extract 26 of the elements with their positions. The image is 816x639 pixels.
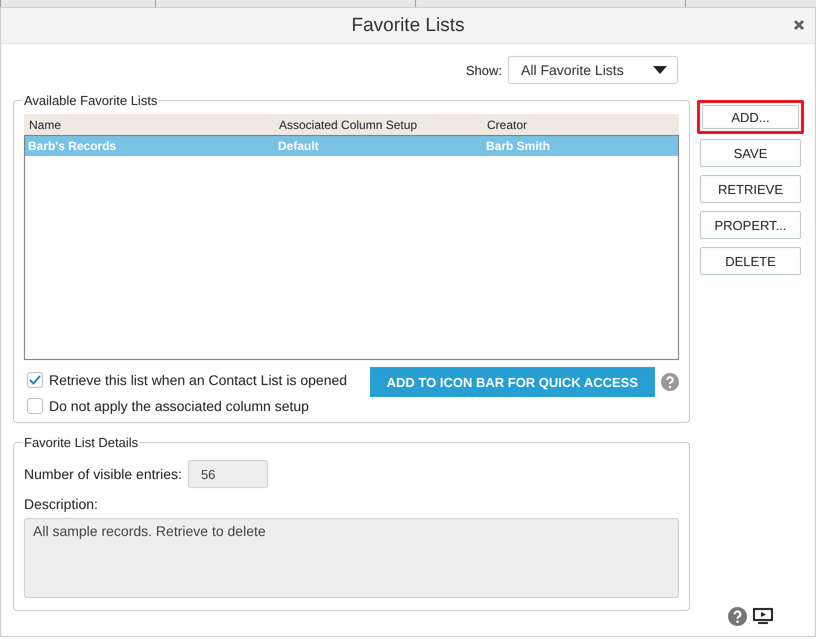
description-label: Description: [24,496,99,512]
action-button[interactable]: SAVE [700,139,801,167]
help-icon[interactable] [661,373,679,391]
action-button[interactable]: PROPERT... [700,211,801,239]
window-title: Favorite Lists [352,14,464,36]
show-dropdown[interactable]: All Favorite Lists [508,56,678,84]
entries-label: Number of visible entries: [24,466,182,482]
description-field[interactable]: All sample records. Retrieve to delete [24,518,679,598]
group-title: Favorite List Details [23,435,140,450]
checkbox-label: Do not apply the associated column setup [49,398,309,414]
action-button[interactable]: RETRIEVE [700,175,801,203]
column-header: Associated Column Setup [279,118,418,132]
close-icon[interactable] [793,19,805,31]
caret-icon [653,66,667,74]
column-header: Name [29,118,62,132]
help-icon[interactable] [728,607,747,626]
column-header: Creator [487,118,528,132]
show-label: Show: [466,62,502,78]
action-button[interactable]: DELETE [700,247,801,275]
checkbox[interactable] [27,372,43,388]
checkbox[interactable] [27,398,43,414]
group-title: Available Favorite Lists [23,93,158,108]
video-icon[interactable] [753,608,773,625]
entries-field: 56 [188,460,268,488]
checkbox-label: Retrieve this list when an Contact List is opened [49,372,348,388]
action-button[interactable]: ADD... [697,100,804,134]
